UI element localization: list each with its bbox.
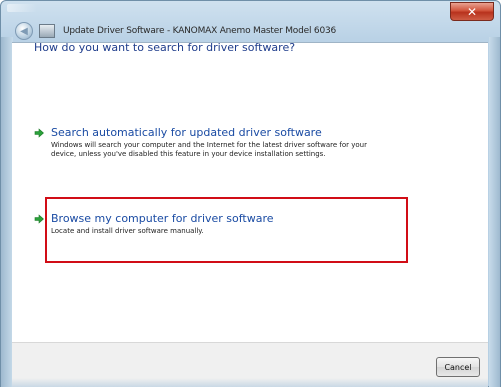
- option-description: Windows will search your computer and th…: [51, 141, 367, 158]
- option-search-automatically[interactable]: Search automatically for updated driver …: [34, 126, 414, 186]
- close-button[interactable]: ✕: [450, 2, 494, 21]
- cancel-button[interactable]: Cancel: [436, 357, 480, 377]
- content-pane: [12, 42, 488, 343]
- window-frame-right: [489, 37, 500, 387]
- green-arrow-icon: [34, 214, 44, 224]
- window-title: Update Driver Software - KANOMAX Anemo M…: [63, 26, 337, 36]
- navigation-row: ◀ Update Driver Software - KANOMAX Anemo…: [15, 21, 485, 41]
- close-icon: ✕: [466, 4, 478, 19]
- green-arrow-icon: [34, 128, 44, 138]
- option-title[interactable]: Search automatically for updated driver …: [51, 126, 322, 139]
- back-arrow-icon: ◀: [20, 25, 28, 37]
- back-button[interactable]: ◀: [15, 22, 33, 40]
- titlebar-area: [7, 4, 37, 12]
- page-heading: How do you want to search for driver sof…: [34, 41, 296, 54]
- highlight-annotation-box: [45, 197, 408, 263]
- device-icon: [39, 24, 55, 38]
- window-bottom-edge: [12, 378, 488, 387]
